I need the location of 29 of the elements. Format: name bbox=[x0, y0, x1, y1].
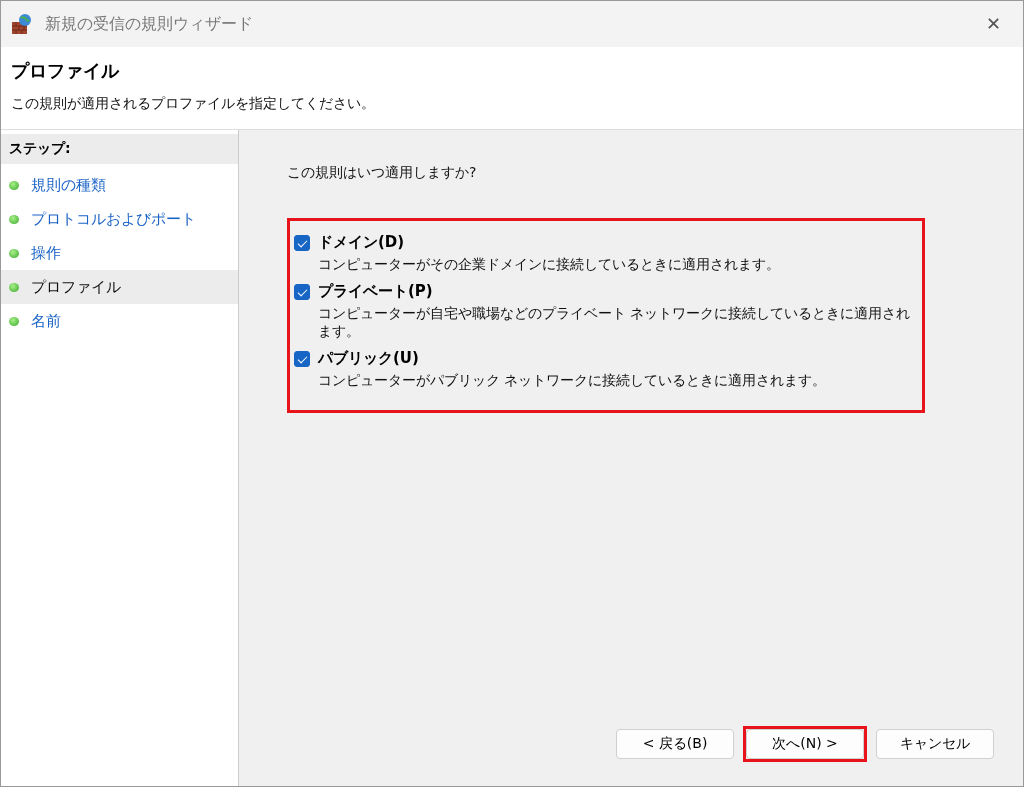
step-item[interactable]: 名前 bbox=[1, 304, 238, 338]
window-title: 新規の受信の規則ウィザード bbox=[45, 13, 254, 35]
firewall-globe-icon bbox=[11, 13, 33, 35]
step-item[interactable]: プロファイル bbox=[1, 270, 238, 304]
checkbox[interactable] bbox=[294, 234, 310, 251]
profile-description: コンピューターがパブリック ネットワークに接続しているときに適用されます。 bbox=[318, 372, 828, 390]
wizard-button[interactable]: < 戻る(B) bbox=[616, 729, 734, 759]
step-dot-icon bbox=[9, 316, 19, 326]
wizard-button[interactable]: 次へ(N) > bbox=[746, 729, 864, 759]
checkbox-label: ドメイン(D) bbox=[318, 233, 405, 252]
checkbox[interactable] bbox=[294, 350, 310, 367]
close-button[interactable]: ✕ bbox=[973, 7, 1013, 41]
page-description: この規則が適用されるプロファイルを指定してください。 bbox=[11, 95, 376, 113]
step-dot-icon bbox=[9, 214, 19, 224]
profile-description: コンピューターが自宅や職場などのプライベート ネットワークに接続しているときに適用されます。 bbox=[318, 305, 912, 341]
page-title: プロファイル bbox=[11, 59, 121, 83]
step-dot-icon bbox=[9, 180, 19, 190]
step-item[interactable]: プロトコルおよびポート bbox=[1, 202, 238, 236]
step-dot-icon bbox=[9, 248, 19, 258]
step-item[interactable]: 規則の種類 bbox=[1, 168, 238, 202]
question-text: この規則はいつ適用しますか? bbox=[287, 164, 478, 182]
checkbox-label: プライベート(P) bbox=[318, 282, 433, 301]
profile-description: コンピューターがその企業ドメインに接続しているときに適用されます。 bbox=[318, 256, 781, 274]
checkbox[interactable] bbox=[294, 283, 310, 300]
step-item[interactable]: 操作 bbox=[1, 236, 238, 270]
checkbox-label: パブリック(U) bbox=[318, 349, 419, 368]
wizard-button[interactable]: キャンセル bbox=[876, 729, 994, 759]
steps-heading: ステップ: bbox=[1, 134, 238, 164]
step-dot-icon bbox=[9, 282, 19, 292]
